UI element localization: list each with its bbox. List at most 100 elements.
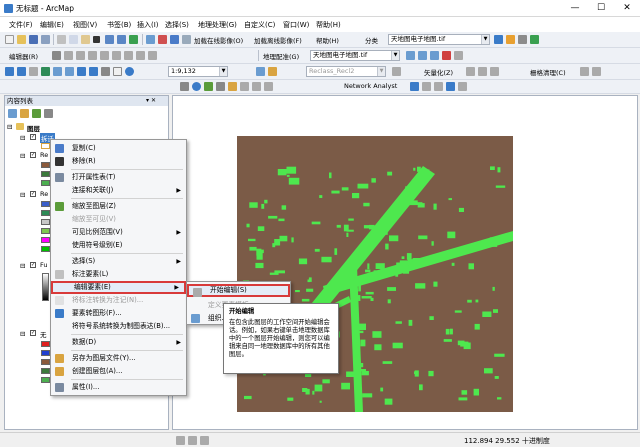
- network-window-icon[interactable]: [410, 82, 419, 91]
- open-icon[interactable]: [17, 35, 26, 44]
- minimize-button[interactable]: —: [562, 0, 588, 16]
- list-by-source-icon[interactable]: [20, 109, 29, 118]
- georeferencing-menu[interactable]: 地理配准(G): [263, 51, 299, 61]
- link-table-icon[interactable]: [454, 51, 463, 60]
- redo-icon[interactable]: [117, 35, 126, 44]
- toc-root-layers[interactable]: 图层: [27, 123, 40, 133]
- identify-icon[interactable]: [125, 67, 134, 76]
- raster-cleanup-menu[interactable]: 栅格清理(C): [530, 67, 566, 77]
- expand-icon[interactable]: ⊟: [20, 330, 25, 338]
- layer-visibility-checkbox[interactable]: ✓: [30, 152, 36, 158]
- editor-menu[interactable]: 编辑器(R): [9, 51, 38, 61]
- expand-icon[interactable]: ⊟: [20, 262, 25, 270]
- editor-toolbar-icon[interactable]: [256, 67, 265, 76]
- context-menu-item[interactable]: 另存为图层文件(Y)...: [51, 352, 186, 365]
- context-menu-item[interactable]: 可见比例范围(V) ▶: [51, 226, 186, 239]
- edit-annotation-icon[interactable]: [64, 51, 73, 60]
- menu-windows[interactable]: 窗口(W): [283, 20, 309, 30]
- polygon-sample-icon[interactable]: [518, 35, 527, 44]
- context-menu-item[interactable]: 打开属性表(T): [51, 171, 186, 184]
- pan-icon[interactable]: [29, 67, 38, 76]
- layer-visibility-checkbox[interactable]: ✓: [30, 191, 36, 197]
- list-by-drawing-order-icon[interactable]: [8, 109, 17, 118]
- maximize-button[interactable]: ☐: [588, 0, 614, 16]
- toc-layer-label[interactable]: Re: [40, 151, 48, 159]
- refresh-icon[interactable]: [200, 436, 209, 445]
- context-menu-item[interactable]: 使用符号级别(E): [51, 239, 186, 252]
- generate-features-icon[interactable]: [466, 67, 475, 76]
- measure-icon[interactable]: [216, 82, 225, 91]
- georef-layer-dropdown[interactable]: 天地图电子地图.tif ▼: [310, 50, 400, 61]
- menu-edit[interactable]: 编辑(E): [40, 20, 64, 30]
- fixed-zoom-in-icon[interactable]: [53, 67, 62, 76]
- layer-visibility-checkbox[interactable]: ✓: [30, 262, 36, 268]
- context-menu-item[interactable]: 缩放至图层(Z): [51, 200, 186, 213]
- edit-tool-icon[interactable]: [52, 51, 61, 60]
- rotate-georef-icon[interactable]: [406, 51, 415, 60]
- delete-icon[interactable]: [93, 36, 100, 43]
- context-menu-item[interactable]: 属性(I)...: [51, 381, 186, 394]
- menu-bookmarks[interactable]: 书签(B): [107, 20, 131, 30]
- context-menu-item[interactable]: 要素转图形(F)...: [51, 307, 186, 320]
- expand-icon[interactable]: ⊟: [20, 152, 25, 160]
- zoom-in-icon[interactable]: [5, 67, 14, 76]
- vectorization-menu[interactable]: 矢量化(Z): [424, 67, 453, 77]
- offline-imagery-menu[interactable]: 加载离线影像(F): [254, 35, 302, 45]
- list-by-selection-icon[interactable]: [44, 109, 53, 118]
- expand-icon[interactable]: ⊟: [7, 123, 12, 131]
- layer-visibility-checkbox[interactable]: ✓: [30, 330, 36, 336]
- html-popup-icon[interactable]: [240, 82, 249, 91]
- route-icon[interactable]: [252, 82, 261, 91]
- attributes-icon[interactable]: [124, 51, 133, 60]
- straight-segment-icon[interactable]: [76, 51, 85, 60]
- rotate-icon[interactable]: [112, 51, 121, 60]
- context-menu-item[interactable]: 选择(S) ▶: [51, 255, 186, 268]
- find-icon[interactable]: [204, 82, 213, 91]
- close-button[interactable]: ✕: [614, 0, 640, 16]
- toc-layer-label[interactable]: Fu: [40, 261, 48, 269]
- directions-icon[interactable]: [458, 82, 467, 91]
- context-menu-item[interactable]: 移除(R): [51, 155, 186, 168]
- sketch-properties-icon[interactable]: [136, 51, 145, 60]
- help-menu[interactable]: 帮助(H): [316, 35, 339, 45]
- shift-icon[interactable]: [418, 51, 427, 60]
- raster-snapping-icon[interactable]: [490, 67, 499, 76]
- online-imagery-menu[interactable]: 加载在线影像(O): [194, 35, 243, 45]
- select-network-location-icon[interactable]: [434, 82, 443, 91]
- print-icon[interactable]: [41, 35, 50, 44]
- toc-layer-label[interactable]: Re: [40, 190, 48, 198]
- back-icon[interactable]: [77, 67, 86, 76]
- menu-view[interactable]: 视图(V): [73, 20, 97, 30]
- new-icon[interactable]: [5, 35, 14, 44]
- context-menu-item[interactable]: 数据(D) ▶: [51, 336, 186, 349]
- context-menu-item[interactable]: 复制(C): [51, 142, 186, 155]
- classify-menu[interactable]: 分类: [365, 35, 378, 45]
- hyperlink-icon[interactable]: [228, 82, 237, 91]
- map-scale-dropdown[interactable]: 1:9,132 ▼: [168, 66, 228, 77]
- select-elements-icon[interactable]: [113, 67, 122, 76]
- full-extent-icon[interactable]: [41, 67, 50, 76]
- add-data-icon[interactable]: [129, 35, 138, 44]
- context-menu-item[interactable]: 缩放至可见(V): [51, 213, 186, 226]
- scale-icon[interactable]: [430, 51, 439, 60]
- expand-icon[interactable]: ⊟: [20, 134, 25, 142]
- network-analyst-menu[interactable]: Network Analyst: [344, 82, 397, 90]
- vectorization-settings-icon[interactable]: [392, 67, 401, 76]
- paste-icon[interactable]: [81, 35, 90, 44]
- time-slider-icon[interactable]: [264, 82, 273, 91]
- context-menu-item[interactable]: 连接和关联(J) ▶: [51, 184, 186, 197]
- menu-insert[interactable]: 插入(I): [137, 20, 159, 30]
- layer-tool-icon[interactable]: [268, 67, 277, 76]
- menu-file[interactable]: 文件(F): [9, 20, 33, 30]
- erase-icon[interactable]: [580, 67, 589, 76]
- fill-icon[interactable]: [592, 67, 601, 76]
- trace-icon[interactable]: [88, 51, 97, 60]
- select-features-icon[interactable]: [101, 67, 110, 76]
- histogram-icon[interactable]: [530, 35, 539, 44]
- info-icon[interactable]: [192, 82, 201, 91]
- layer-visibility-checkbox[interactable]: ✓: [30, 134, 36, 140]
- pointer-icon[interactable]: [180, 82, 189, 91]
- python-icon[interactable]: [170, 35, 179, 44]
- classify-tool-icon[interactable]: [494, 35, 503, 44]
- zoom-out-icon[interactable]: [17, 67, 26, 76]
